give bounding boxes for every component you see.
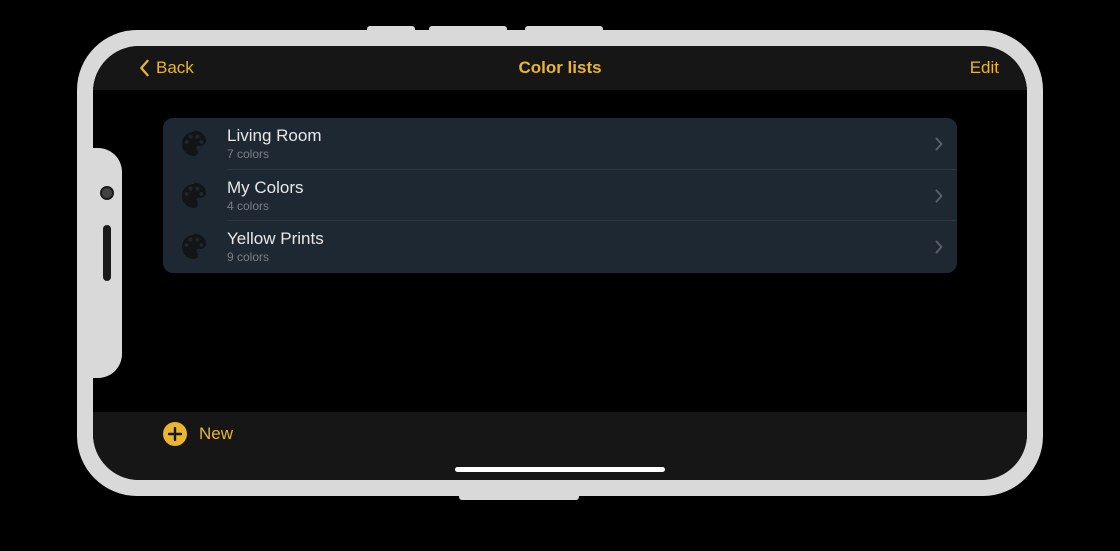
camera-icon: [100, 186, 114, 200]
device-notch: [93, 148, 122, 378]
chevron-left-icon: [138, 59, 150, 77]
palette-icon: [177, 230, 211, 264]
navigation-bar: Back Color lists Edit: [93, 46, 1027, 90]
plus-circle-icon: [163, 422, 187, 446]
edit-button[interactable]: Edit: [970, 58, 999, 78]
item-title: Yellow Prints: [227, 228, 935, 250]
item-title: My Colors: [227, 177, 935, 199]
color-lists-group: Living Room 7 colors My Colors: [163, 118, 957, 273]
item-subtitle: 7 colors: [227, 147, 935, 163]
list-item-living-room[interactable]: Living Room 7 colors: [163, 118, 957, 170]
back-label: Back: [156, 58, 194, 78]
list-item-my-colors[interactable]: My Colors 4 colors: [163, 170, 957, 222]
speaker-icon: [103, 225, 111, 281]
chevron-right-icon: [935, 137, 943, 151]
palette-icon: [177, 179, 211, 213]
list-item-yellow-prints[interactable]: Yellow Prints 9 colors: [163, 221, 957, 273]
home-indicator[interactable]: [455, 467, 665, 472]
page-title: Color lists: [518, 58, 601, 78]
new-list-button[interactable]: New: [163, 422, 233, 446]
device-side-button: [459, 496, 579, 500]
item-text: Yellow Prints 9 colors: [227, 228, 935, 266]
device-frame: Back Color lists Edit Living Room 7 colo…: [77, 30, 1043, 496]
back-button[interactable]: Back: [138, 58, 194, 78]
item-text: My Colors 4 colors: [227, 177, 935, 215]
item-subtitle: 4 colors: [227, 199, 935, 215]
screen: Back Color lists Edit Living Room 7 colo…: [93, 46, 1027, 480]
palette-icon: [177, 127, 211, 161]
device-side-button: [367, 26, 415, 30]
chevron-right-icon: [935, 240, 943, 254]
item-subtitle: 9 colors: [227, 250, 935, 266]
item-title: Living Room: [227, 125, 935, 147]
content-area: Living Room 7 colors My Colors: [93, 90, 1027, 412]
item-text: Living Room 7 colors: [227, 125, 935, 163]
new-label: New: [199, 424, 233, 444]
chevron-right-icon: [935, 189, 943, 203]
device-side-button: [525, 26, 603, 30]
device-side-button: [429, 26, 507, 30]
